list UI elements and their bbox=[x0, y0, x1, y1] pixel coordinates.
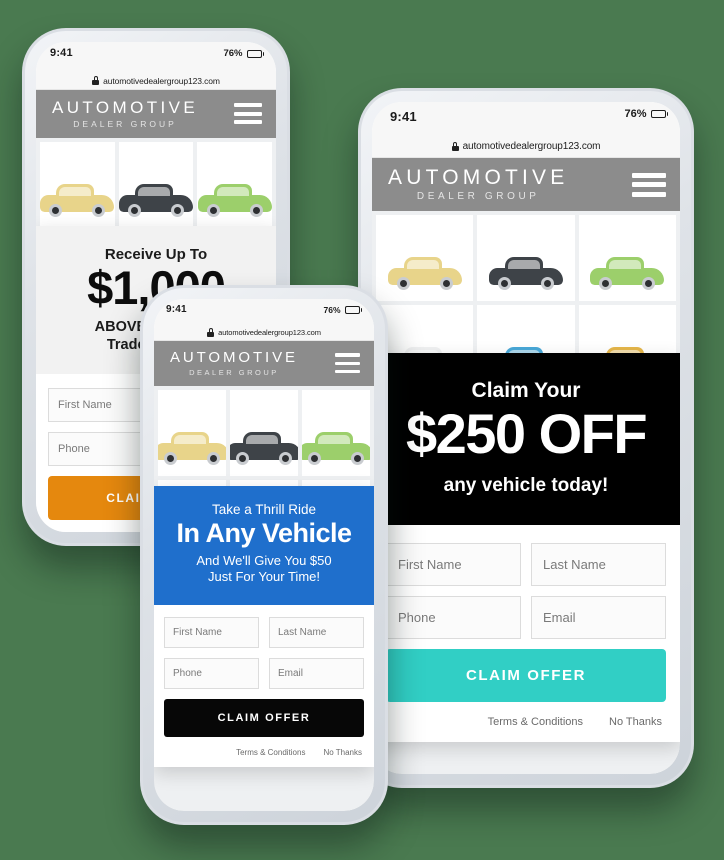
phone-screen: 9:41 76% automotivedealergroup123.com AU… bbox=[154, 299, 374, 811]
offer-card: Claim Your $250 OFF any vehicle today! F… bbox=[372, 353, 680, 743]
car-thumb-black[interactable] bbox=[118, 141, 194, 228]
hamburger-menu-icon[interactable] bbox=[632, 172, 666, 197]
brand-logo[interactable]: AUTOMOTIVE DEALER GROUP bbox=[52, 99, 198, 129]
claim-offer-button[interactable]: CLAIM OFFER bbox=[386, 649, 666, 703]
site-header: AUTOMOTIVE DEALER GROUP bbox=[36, 90, 276, 138]
contact-field-row bbox=[386, 596, 666, 640]
terms-link[interactable]: Terms & Conditions bbox=[488, 716, 583, 728]
offer-subline-line1: And We'll Give You $50 bbox=[196, 553, 332, 569]
thrill-ride-offer-phone: 9:41 76% automotivedealergroup123.com AU… bbox=[140, 285, 388, 825]
lock-icon bbox=[92, 76, 100, 85]
no-thanks-link[interactable]: No Thanks bbox=[609, 716, 662, 728]
last-name-input[interactable] bbox=[531, 543, 666, 587]
car-thumb-gold[interactable] bbox=[376, 215, 474, 302]
url-text: automotivedealergroup123.com bbox=[103, 75, 220, 86]
contact-field-row bbox=[164, 657, 364, 689]
offer-footer-links: Terms & Conditions No Thanks bbox=[164, 737, 364, 759]
url-text: automotivedealergroup123.com bbox=[218, 328, 321, 337]
phone-input[interactable] bbox=[48, 432, 151, 467]
phone-input[interactable] bbox=[164, 657, 259, 689]
offer-subline-line2: Just For Your Time! bbox=[208, 569, 320, 585]
terms-link[interactable]: Terms & Conditions bbox=[236, 748, 305, 757]
status-bar: 9:41 76% bbox=[36, 42, 276, 72]
offer-subline: And We'll Give You $50 Just For Your Tim… bbox=[164, 553, 364, 585]
name-field-row bbox=[164, 616, 364, 648]
last-name-input[interactable] bbox=[269, 616, 364, 648]
first-name-input[interactable] bbox=[386, 543, 521, 587]
offer-amount: In Any Vehicle bbox=[176, 517, 352, 548]
battery-percent-label: 76% bbox=[323, 305, 341, 315]
brand-name: AUTOMOTIVE bbox=[170, 349, 298, 366]
offer-footer-links: Terms & Conditions No Thanks bbox=[386, 702, 666, 732]
phone-mockup-scene: 9:41 76% automotivedealergroup123.com AU… bbox=[0, 0, 724, 860]
car-thumb-green[interactable] bbox=[197, 141, 272, 228]
hero-image: Take a Thrill Ride In Any Vehicle And We… bbox=[154, 385, 374, 811]
battery-icon bbox=[650, 110, 668, 118]
status-right-cluster: 76% bbox=[624, 108, 668, 120]
car-thumb-black[interactable] bbox=[230, 389, 298, 476]
claim-offer-button[interactable]: CLAIM OFFER bbox=[164, 698, 364, 737]
brand-tagline: DEALER GROUP bbox=[416, 191, 540, 203]
status-bar: 9:41 76% bbox=[372, 102, 680, 136]
phone-screen: 9:41 76% automotivedealergroup123.com AU… bbox=[372, 102, 680, 774]
car-thumb-black[interactable] bbox=[477, 215, 575, 302]
status-time: 9:41 bbox=[166, 304, 187, 315]
brand-name: AUTOMOTIVE bbox=[388, 166, 569, 189]
car-thumb-green[interactable] bbox=[302, 389, 370, 476]
email-input[interactable] bbox=[531, 596, 666, 640]
hero-image: Claim Your $250 OFF any vehicle today! F… bbox=[372, 211, 680, 774]
offer-card: Take a Thrill Ride In Any Vehicle And We… bbox=[154, 485, 374, 767]
email-input[interactable] bbox=[269, 657, 364, 689]
status-bar: 9:41 76% bbox=[154, 299, 374, 325]
discount-offer-phone: 9:41 76% automotivedealergroup123.com AU… bbox=[358, 88, 694, 788]
battery-percent-label: 76% bbox=[624, 108, 647, 120]
battery-icon bbox=[344, 306, 362, 314]
lead-form: CLAIM OFFER Terms & Conditions No Thanks bbox=[372, 525, 680, 743]
brand-tagline: DEALER GROUP bbox=[189, 367, 279, 377]
browser-url-bar[interactable]: automotivedealergroup123.com bbox=[36, 72, 276, 90]
brand-logo[interactable]: AUTOMOTIVE DEALER GROUP bbox=[388, 166, 569, 203]
battery-percent-label: 76% bbox=[223, 48, 243, 59]
offer-headline-block: Take a Thrill Ride In Any Vehicle And We… bbox=[154, 485, 374, 605]
offer-eyebrow: Take a Thrill Ride bbox=[211, 501, 317, 517]
hamburger-menu-icon[interactable] bbox=[234, 103, 262, 125]
offer-eyebrow: Claim Your bbox=[471, 379, 581, 403]
offer-headline-block: Claim Your $250 OFF any vehicle today! bbox=[372, 353, 680, 526]
no-thanks-link[interactable]: No Thanks bbox=[323, 748, 362, 757]
offer-amount: $250 OFF bbox=[405, 402, 648, 466]
browser-url-bar[interactable]: automotivedealergroup123.com bbox=[154, 325, 374, 341]
offer-subline: any vehicle today! bbox=[443, 474, 609, 496]
car-thumb-green[interactable] bbox=[578, 215, 676, 302]
battery-icon bbox=[246, 49, 264, 58]
status-time: 9:41 bbox=[50, 47, 73, 59]
status-time: 9:41 bbox=[390, 109, 417, 124]
status-right-cluster: 76% bbox=[323, 305, 362, 315]
status-right-cluster: 76% bbox=[223, 48, 264, 59]
car-thumb-gold[interactable] bbox=[40, 141, 115, 228]
brand-logo[interactable]: AUTOMOTIVE DEALER GROUP bbox=[170, 350, 298, 377]
first-name-input[interactable] bbox=[164, 616, 259, 648]
name-field-row bbox=[386, 543, 666, 587]
brand-name: AUTOMOTIVE bbox=[52, 98, 199, 117]
first-name-input[interactable] bbox=[48, 388, 151, 423]
phone-input[interactable] bbox=[386, 596, 521, 640]
brand-tagline: DEALER GROUP bbox=[73, 118, 177, 129]
lead-form: CLAIM OFFER Terms & Conditions No Thanks bbox=[154, 604, 374, 767]
lock-icon bbox=[451, 142, 459, 151]
lock-icon bbox=[207, 328, 215, 337]
hamburger-menu-icon[interactable] bbox=[335, 353, 360, 374]
site-header: AUTOMOTIVE DEALER GROUP bbox=[372, 158, 680, 212]
site-header: AUTOMOTIVE DEALER GROUP bbox=[154, 341, 374, 386]
car-thumb-gold[interactable] bbox=[158, 389, 226, 476]
browser-url-bar[interactable]: automotivedealergroup123.com bbox=[372, 136, 680, 158]
url-text: automotivedealergroup123.com bbox=[462, 141, 601, 152]
